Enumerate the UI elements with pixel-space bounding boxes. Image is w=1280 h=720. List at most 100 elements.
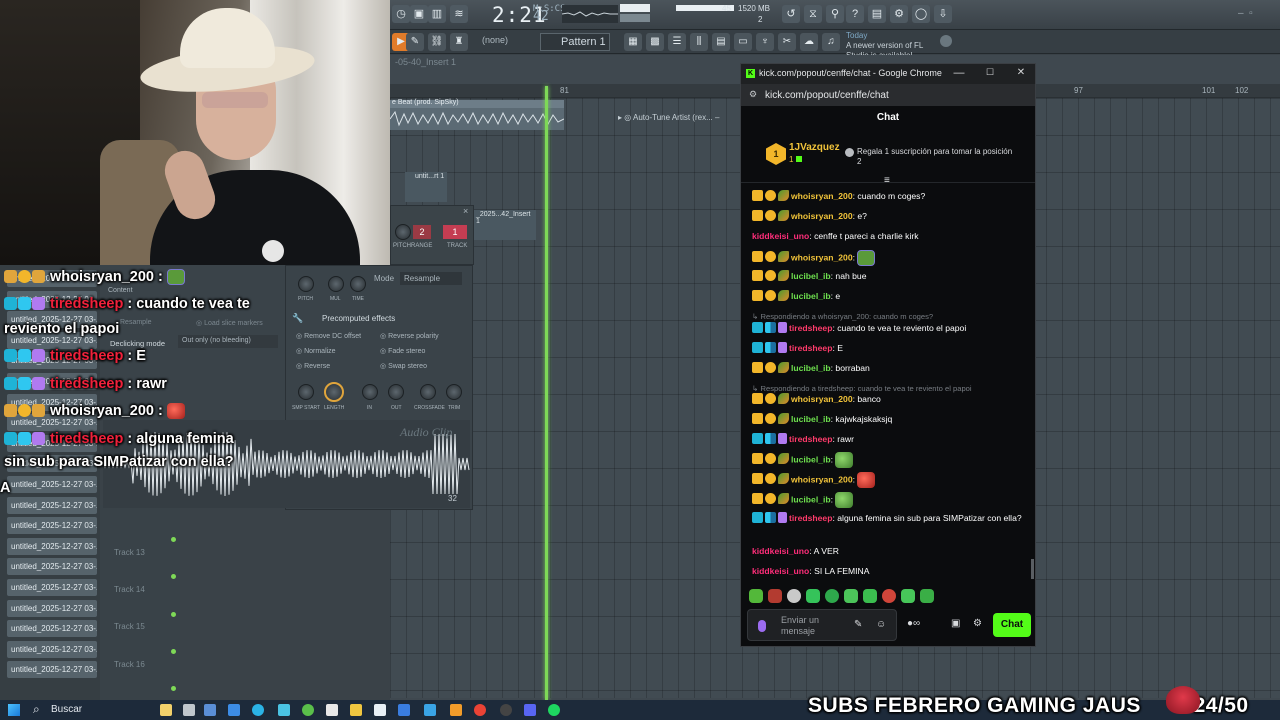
track-mute-dot[interactable] xyxy=(171,686,176,691)
clip-3[interactable]: _2025...42_Insert 1 xyxy=(474,210,536,240)
draw-icon[interactable]: ✎ xyxy=(406,33,424,51)
chat-message-input[interactable]: Enviar un mensaje ✎ ☺ xyxy=(747,609,897,641)
chrome-address-bar[interactable]: ⚙ kick.com/popout/cenffe/chat xyxy=(741,84,1035,106)
chat-username[interactable]: tiredsheep xyxy=(789,323,832,333)
view-pianoroll-icon[interactable]: ▩ xyxy=(646,33,664,51)
chat-username[interactable]: whoisryan_200 xyxy=(791,191,853,201)
browser-file-item[interactable]: untitled_2025-12-27 03-... xyxy=(7,661,97,679)
chat-username[interactable]: tiredsheep xyxy=(789,513,832,523)
zoom-value[interactable]: 32 xyxy=(448,494,457,503)
track-label[interactable]: Track 16 xyxy=(114,660,145,669)
record-icon[interactable]: ▣ xyxy=(410,5,428,23)
translate-icon[interactable]: ✎ xyxy=(854,619,862,630)
download-icon[interactable]: ⇩ xyxy=(934,5,952,23)
app-icon[interactable] xyxy=(326,704,338,716)
close-icon[interactable]: × xyxy=(463,206,468,216)
site-info-icon[interactable]: ⚙ xyxy=(749,89,757,100)
view-browser-icon[interactable]: ▤ xyxy=(712,33,730,51)
view-file-icon[interactable]: ▭ xyxy=(734,33,752,51)
swap-stereo-option[interactable]: ◎ Swap stereo xyxy=(380,362,427,370)
emote-icon[interactable] xyxy=(806,589,820,603)
browser-file-item[interactable]: untitled_2025-12-27 03-... xyxy=(7,599,97,617)
chat-username[interactable]: kiddkeisi_uno xyxy=(752,566,809,576)
load-slice-option[interactable]: ◎ Load slice markers xyxy=(196,319,263,327)
gift-icon[interactable]: ▣ xyxy=(951,618,960,629)
reply-context[interactable]: ↳ Respondiendo a whoisryan_200: cuando m… xyxy=(752,312,1028,321)
chat-username[interactable]: lucibel_ib xyxy=(791,414,831,424)
emote-icon[interactable] xyxy=(768,589,782,603)
widget-icon[interactable] xyxy=(160,704,172,716)
spotify-icon[interactable] xyxy=(548,704,560,716)
settings-icon[interactable]: ⚙ xyxy=(890,5,908,23)
emote-icon[interactable] xyxy=(787,589,801,603)
chat-icon[interactable]: ◯ xyxy=(912,5,930,23)
crossfade-knob[interactable] xyxy=(420,384,436,400)
pinned-username[interactable]: 1JVazquez xyxy=(789,142,840,153)
track-label[interactable]: Track 13 xyxy=(114,548,145,557)
app-icon[interactable] xyxy=(228,704,240,716)
discord-icon[interactable] xyxy=(524,704,536,716)
pitch-range-value[interactable]: 2 xyxy=(413,225,431,239)
emote-icon[interactable] xyxy=(901,589,915,603)
windows-start-icon[interactable] xyxy=(8,704,20,716)
chat-username[interactable]: tiredsheep xyxy=(789,343,832,353)
remove-dc-option[interactable]: ◎ Remove DC offset xyxy=(296,332,361,340)
app-icon[interactable] xyxy=(398,704,410,716)
help-icon[interactable]: ? xyxy=(846,5,864,23)
mixer-track-value[interactable]: 1 xyxy=(443,225,467,239)
emote-icon[interactable] xyxy=(844,589,858,603)
snap-select[interactable]: (none) xyxy=(482,35,508,45)
save-icon[interactable]: ▤ xyxy=(868,5,886,23)
close-button[interactable]: ✕ xyxy=(1013,67,1029,78)
time-knob[interactable] xyxy=(350,276,366,292)
maximize-button[interactable]: ☐ xyxy=(982,67,998,78)
app-icon[interactable] xyxy=(204,704,216,716)
chrome-icon[interactable] xyxy=(474,704,486,716)
view-mixer-icon[interactable]: ⫼ xyxy=(690,33,708,51)
pattern-select[interactable]: Pattern 1 xyxy=(540,33,610,51)
playhead[interactable] xyxy=(545,86,548,700)
browser-file-item[interactable]: untitled_2025-12-27 03-... xyxy=(7,496,97,514)
undo-icon[interactable]: ↺ xyxy=(782,5,800,23)
reply-context[interactable]: ↳ Respondiendo a tiredsheep: cuando te v… xyxy=(752,384,1028,393)
pitch-knob-2[interactable] xyxy=(298,276,314,292)
plugin-icon[interactable]: ⚲ xyxy=(826,5,844,23)
app-icon[interactable] xyxy=(278,704,290,716)
length-knob[interactable] xyxy=(324,382,344,402)
app-icon[interactable] xyxy=(374,704,386,716)
in-knob[interactable] xyxy=(362,384,378,400)
minimize-button[interactable]: — xyxy=(951,67,967,79)
emote-icon[interactable] xyxy=(882,589,896,603)
task-view-icon[interactable] xyxy=(183,704,195,716)
browser-file-item[interactable]: untitled_2025-12-27 03-... xyxy=(7,537,97,555)
browser-file-item[interactable]: untitled_2025-12-27 03-... xyxy=(7,640,97,658)
mode-select[interactable]: Resample xyxy=(400,272,462,285)
autotune-plugin-tab[interactable]: ▸ ◎ Auto-Tune Artist (rex... – xyxy=(618,113,736,127)
chat-username[interactable]: lucibel_ib xyxy=(791,363,831,373)
piano-icon[interactable]: ▥ xyxy=(428,5,446,23)
taskbar-search[interactable]: Buscar xyxy=(51,704,82,715)
track-label[interactable]: Track 15 xyxy=(114,622,145,631)
chat-username[interactable]: lucibel_ib xyxy=(791,454,831,464)
chat-username[interactable]: whoisryan_200 xyxy=(791,252,853,262)
chat-username[interactable]: whoisryan_200 xyxy=(791,211,853,221)
view-plugin-icon[interactable]: ♆ xyxy=(756,33,774,51)
chat-message-list[interactable]: whoisryan_200: cuando m coges? whoisryan… xyxy=(741,184,1035,584)
emote-icon[interactable] xyxy=(825,589,839,603)
emoji-icon[interactable]: ☺ xyxy=(876,619,886,630)
edge-icon[interactable] xyxy=(252,704,264,716)
track-mute-dot[interactable] xyxy=(171,612,176,617)
view-channel-icon[interactable]: ☰ xyxy=(668,33,686,51)
mic-icon[interactable] xyxy=(758,620,766,632)
browser-file-item[interactable]: untitled_2025-12-27 03-... xyxy=(7,476,97,493)
resample-option[interactable]: Resample xyxy=(120,319,152,326)
chat-username[interactable]: lucibel_ib xyxy=(791,494,831,504)
browser-file-item[interactable]: untitled_2025-12-27 03-... xyxy=(7,558,97,576)
out-knob[interactable] xyxy=(388,384,404,400)
browser-file-item[interactable]: untitled_2025-12-27 03-... xyxy=(7,620,97,638)
browser-file-item[interactable]: untitled_2025-12-27 03-... xyxy=(7,517,97,535)
chat-scrollbar[interactable] xyxy=(1031,559,1034,579)
emote-icon[interactable] xyxy=(863,589,877,603)
browser-file-item[interactable]: untitled_2025-12-27 03-... xyxy=(7,579,97,596)
chrome-url[interactable]: kick.com/popout/cenffe/chat xyxy=(765,90,889,101)
